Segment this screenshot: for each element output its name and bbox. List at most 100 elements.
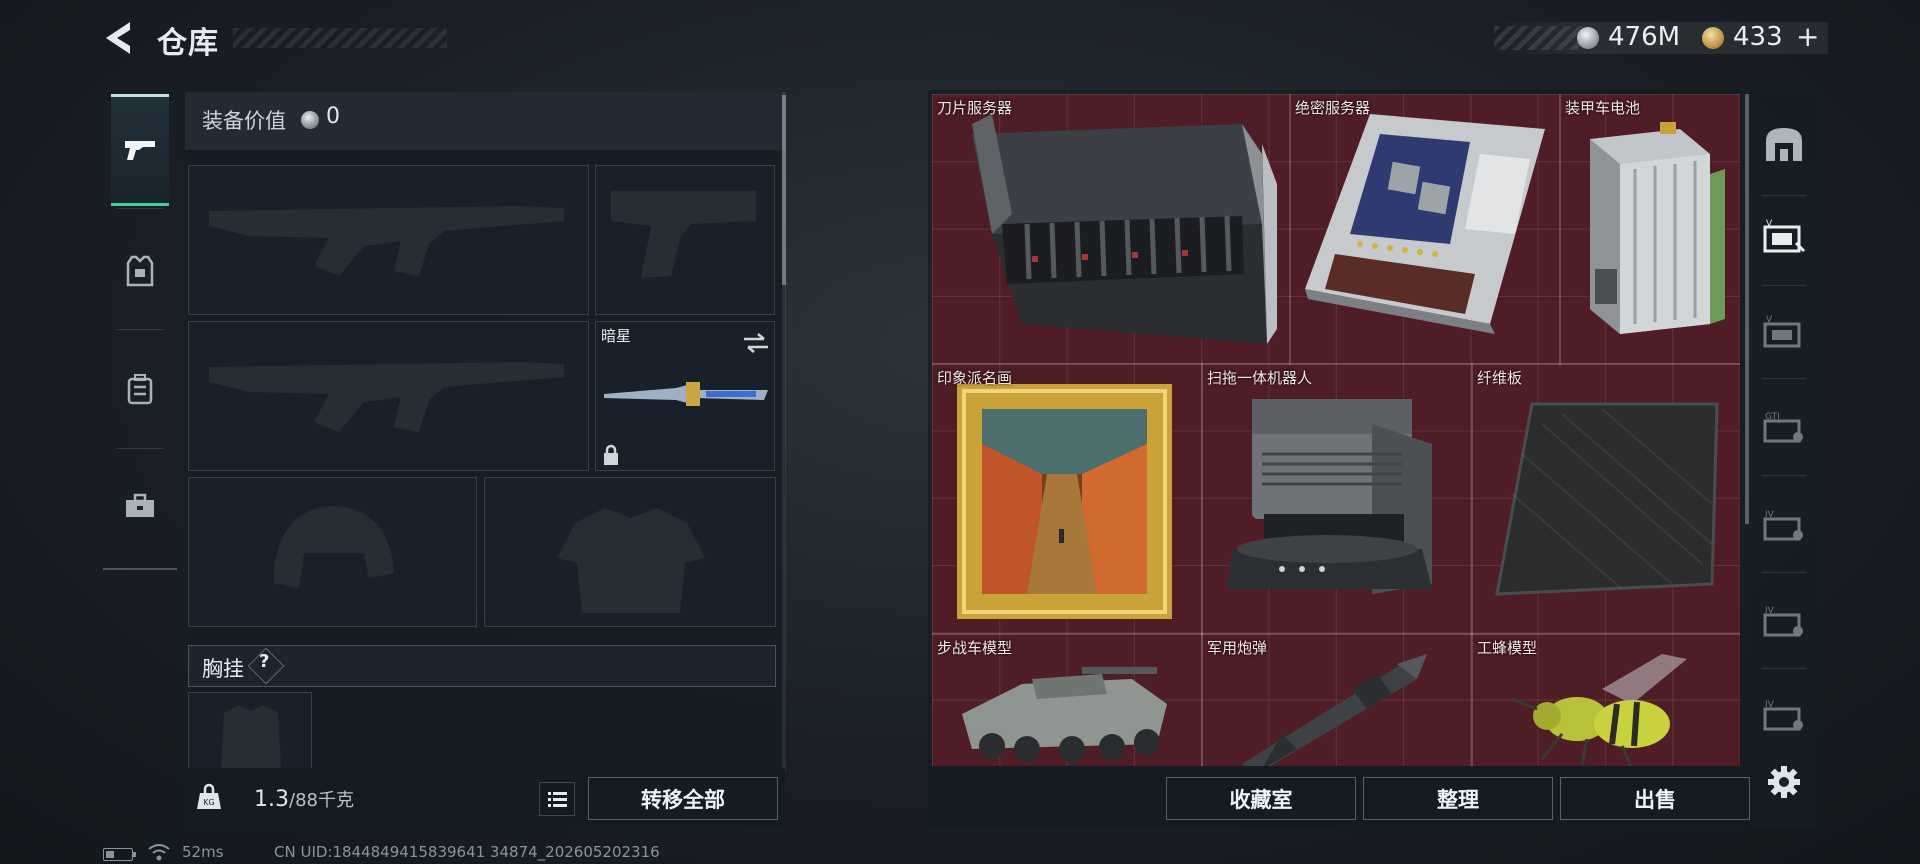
case-tab-icon: IV [1763, 510, 1803, 541]
left-category-nav [103, 86, 177, 570]
silver-coin-icon [1577, 27, 1599, 49]
title-decoration [233, 28, 447, 48]
nav-backpack[interactable] [103, 334, 177, 444]
backpack-icon [127, 374, 153, 405]
network-latency: 52ms [182, 843, 224, 861]
gold-coin-icon [1702, 27, 1724, 49]
sidearm-slot[interactable] [595, 165, 775, 315]
svg-text:V: V [1766, 219, 1773, 229]
add-currency-button[interactable]: + [1796, 20, 1819, 53]
robot-vacuum-icon [1227, 399, 1432, 594]
storage-tab-vault[interactable] [1758, 118, 1810, 170]
pistol-silhouette-icon [611, 191, 756, 278]
back-button[interactable] [100, 18, 140, 58]
svg-text:V: V [1766, 315, 1773, 325]
gold-currency-amount: 433 [1733, 22, 1783, 52]
secret-server-icon [1305, 114, 1545, 334]
blade-server-icon [972, 114, 1277, 344]
case-tab-icon: V [1763, 219, 1806, 253]
storage-item[interactable]: 工蜂模型 [1471, 633, 1740, 766]
storage-item[interactable]: 扫拖一体机器人 [1201, 363, 1473, 635]
nav-toolbox[interactable] [103, 451, 177, 561]
storage-item[interactable]: 纤维板 [1471, 363, 1740, 635]
silver-currency-amount: 476M [1608, 22, 1681, 52]
equipment-value: 0 [326, 104, 340, 129]
item-name: 印象派名画 [937, 369, 1013, 387]
armor-silhouette-icon [557, 508, 705, 613]
storage-item[interactable]: 军用炮弹 [1201, 633, 1473, 766]
gear-icon [1768, 766, 1800, 798]
user-uid: CN UID:1844849415839641 34874_2026052023… [274, 843, 660, 861]
storage-grid: 刀片服务器 绝密服务器 装甲车电池 印象派名画 扫拖一体机器人 纤维板 步战车模… [932, 94, 1740, 766]
svg-text:IV: IV [1765, 510, 1775, 520]
storage-tab-case-6[interactable]: IV [1758, 688, 1810, 740]
settings-button[interactable] [1758, 756, 1810, 808]
chest-rig-section-title: 胸挂 [202, 657, 244, 681]
swap-icon[interactable] [742, 332, 770, 354]
storage-item[interactable]: 绝密服务器 [1289, 94, 1561, 365]
storage-item[interactable]: 刀片服务器 [932, 94, 1291, 365]
storage-tab-case-4[interactable]: IV [1758, 498, 1810, 550]
back-arrow-icon [106, 22, 130, 54]
body-armor-slot[interactable] [484, 477, 776, 627]
item-name: 军用炮弹 [1207, 639, 1268, 657]
primary-weapon-slot-2[interactable] [188, 321, 589, 471]
storage-tab-case-5[interactable]: IV [1758, 594, 1810, 646]
item-name: 步战车模型 [937, 639, 1013, 657]
battery-level [106, 851, 114, 858]
armor-vest-icon [126, 255, 154, 287]
fiberboard-icon [1495, 402, 1719, 596]
case-tab-icon: IV [1763, 606, 1803, 637]
nav-armor[interactable] [103, 216, 177, 326]
melee-slot[interactable]: 暗星 [595, 321, 775, 471]
equipment-scroll-thumb[interactable] [782, 95, 786, 285]
primary-weapon-slot-1[interactable] [188, 165, 589, 315]
svg-text:GTI: GTI [1765, 412, 1780, 422]
storage-tab-case-2[interactable]: V [1758, 305, 1810, 357]
carry-weight: 1.3/88千克 [254, 786, 354, 812]
currency-decoration [1494, 26, 1582, 50]
case-tab-icon: IV [1763, 700, 1803, 731]
storage-tab-case-3[interactable]: GTI [1758, 400, 1810, 452]
lock-icon [604, 444, 618, 465]
nav-weapons[interactable] [111, 94, 169, 206]
chest-rig-silhouette-icon [221, 705, 281, 768]
vault-icon [1766, 128, 1802, 161]
pistol-icon [125, 141, 155, 160]
case-tab-icon: GTI [1763, 412, 1803, 443]
help-icon-mark: ? [259, 651, 270, 672]
transfer-all-button[interactable]: 转移全部 [588, 777, 778, 820]
rifle-silhouette-icon [209, 362, 564, 432]
chest-rig-slot[interactable] [188, 692, 312, 772]
organize-button[interactable]: 整理 [1363, 777, 1553, 820]
list-view-button[interactable] [539, 782, 575, 816]
toolbox-icon [126, 493, 154, 517]
storage-item[interactable]: 印象派名画 [932, 363, 1203, 635]
impressionist-painting-icon [957, 384, 1172, 619]
item-name: 刀片服务器 [937, 99, 1013, 117]
sell-button[interactable]: 出售 [1560, 777, 1750, 820]
carry-weight-capacity: /88千克 [289, 790, 354, 811]
carry-weight-current: 1.3 [254, 787, 289, 812]
storage-tab-case-1[interactable]: V [1758, 210, 1810, 262]
storage-item[interactable]: 步战车模型 [932, 633, 1203, 766]
helmet-silhouette-icon [274, 506, 394, 588]
storage-item[interactable]: 装甲车电池 [1559, 94, 1740, 365]
helmet-slot[interactable] [188, 477, 477, 627]
svg-text:IV: IV [1765, 700, 1775, 710]
collection-room-button[interactable]: 收藏室 [1166, 777, 1356, 820]
storage-scrollbar[interactable] [1745, 94, 1749, 524]
svg-text:IV: IV [1765, 606, 1775, 616]
wifi-icon [148, 844, 170, 861]
list-icon [548, 792, 567, 807]
item-name: 绝密服务器 [1295, 99, 1371, 117]
vehicle-battery-icon [1590, 122, 1725, 334]
item-name: 扫拖一体机器人 [1207, 369, 1313, 387]
item-name: 装甲车电池 [1565, 99, 1641, 117]
item-name: 纤维板 [1477, 369, 1523, 387]
equipment-value-coin-icon [301, 111, 319, 129]
equipment-value-label: 装备价值 [202, 109, 286, 133]
rifle-silhouette-icon [209, 206, 564, 276]
case-tab-icon: V [1763, 315, 1801, 348]
weight-icon: KG [197, 783, 221, 809]
